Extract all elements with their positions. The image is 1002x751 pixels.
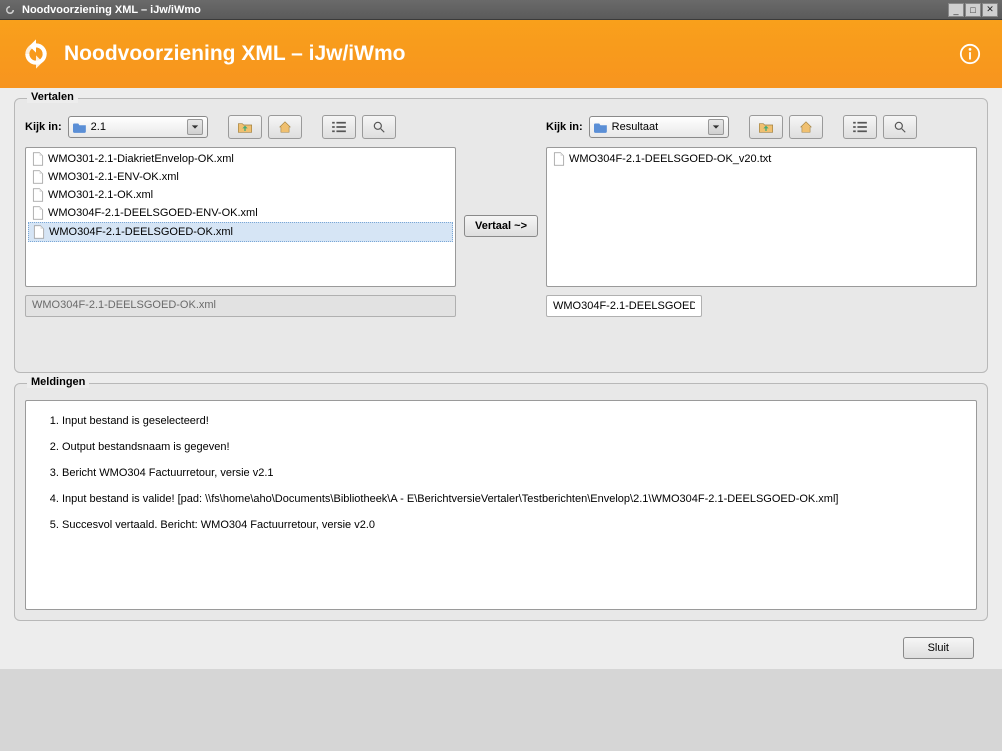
file-icon [33,225,45,239]
file-item[interactable]: WMO304F-2.1-DEELSGOED-OK_v20.txt [549,150,974,168]
messages-box: Input bestand is geselecteerd! Output bes… [25,400,977,610]
message-item: Input bestand is valide! [pad: \\fs\home… [62,493,958,505]
target-panel: Kijk in: Resultaat [546,115,977,362]
file-icon [553,152,565,166]
title-bar: Noodvoorziening XML – iJw/iWmo _ □ ✕ [0,0,1002,20]
look-in-combo-right[interactable]: Resultaat [589,116,729,138]
source-file-list[interactable]: WMO301-2.1-DiakrietEnvelop-OK.xml WMO301-… [25,147,456,287]
vertalen-fieldset: Vertalen Kijk in: 2.1 [14,98,988,373]
file-item[interactable]: WMO304F-2.1-DEELSGOED-OK.xml [28,222,453,242]
details-view-button-left[interactable] [362,115,396,139]
chevron-down-icon [187,119,203,135]
folder-icon [594,121,608,133]
header-banner: Noodvoorziening XML – iJw/iWmo [0,20,1002,88]
meldingen-legend: Meldingen [27,376,89,388]
file-icon [32,188,44,202]
chevron-down-icon [708,119,724,135]
up-folder-button-left[interactable] [228,115,262,139]
file-icon [32,170,44,184]
list-view-button-left[interactable] [322,115,356,139]
target-file-list[interactable]: WMO304F-2.1-DEELSGOED-OK_v20.txt [546,147,977,287]
page-title: Noodvoorziening XML – iJw/iWmo [64,42,405,66]
window-title: Noodvoorziening XML – iJw/iWmo [22,4,947,16]
file-name: WMO304F-2.1-DEELSGOED-ENV-OK.xml [48,207,258,219]
folder-icon [73,121,87,133]
combo-value-left: 2.1 [91,121,187,133]
up-folder-button-right[interactable] [749,115,783,139]
combo-value-right: Resultaat [612,121,708,133]
info-button[interactable] [958,42,982,66]
meldingen-fieldset: Meldingen Input bestand is geselecteerd!… [14,383,988,621]
close-window-button[interactable]: ✕ [982,3,998,17]
file-item[interactable]: WMO301-2.1-ENV-OK.xml [28,168,453,186]
look-in-label-right: Kijk in: [546,121,583,133]
look-in-label-left: Kijk in: [25,121,62,133]
details-view-button-right[interactable] [883,115,917,139]
refresh-icon [20,38,52,70]
file-name: WMO304F-2.1-DEELSGOED-OK_v20.txt [569,153,771,165]
file-name: WMO304F-2.1-DEELSGOED-OK.xml [49,226,233,238]
source-panel: Kijk in: 2.1 [25,115,456,362]
home-button-right[interactable] [789,115,823,139]
vertalen-legend: Vertalen [27,91,78,103]
source-filename-field: WMO304F-2.1-DEELSGOED-OK.xml [25,295,456,317]
app-icon [4,4,16,16]
messages-list: Input bestand is geselecteerd! Output bes… [44,415,958,531]
translate-button[interactable]: Vertaal ~> [464,215,538,237]
message-item: Succesvol vertaald. Bericht: WMO304 Fact… [62,519,958,531]
message-item: Bericht WMO304 Factuurretour, versie v2.… [62,467,958,479]
minimize-button[interactable]: _ [948,3,964,17]
file-name: WMO301-2.1-ENV-OK.xml [48,171,179,183]
close-button[interactable]: Sluit [903,637,974,659]
file-icon [32,206,44,220]
list-view-button-right[interactable] [843,115,877,139]
file-item[interactable]: WMO301-2.1-OK.xml [28,186,453,204]
file-item[interactable]: WMO304F-2.1-DEELSGOED-ENV-OK.xml [28,204,453,222]
file-item[interactable]: WMO301-2.1-DiakrietEnvelop-OK.xml [28,150,453,168]
file-icon [32,152,44,166]
maximize-button[interactable]: □ [965,3,981,17]
look-in-combo-left[interactable]: 2.1 [68,116,208,138]
home-button-left[interactable] [268,115,302,139]
file-name: WMO301-2.1-OK.xml [48,189,153,201]
file-name: WMO301-2.1-DiakrietEnvelop-OK.xml [48,153,234,165]
target-filename-field[interactable] [546,295,702,317]
message-item: Output bestandsnaam is gegeven! [62,441,958,453]
message-item: Input bestand is geselecteerd! [62,415,958,427]
